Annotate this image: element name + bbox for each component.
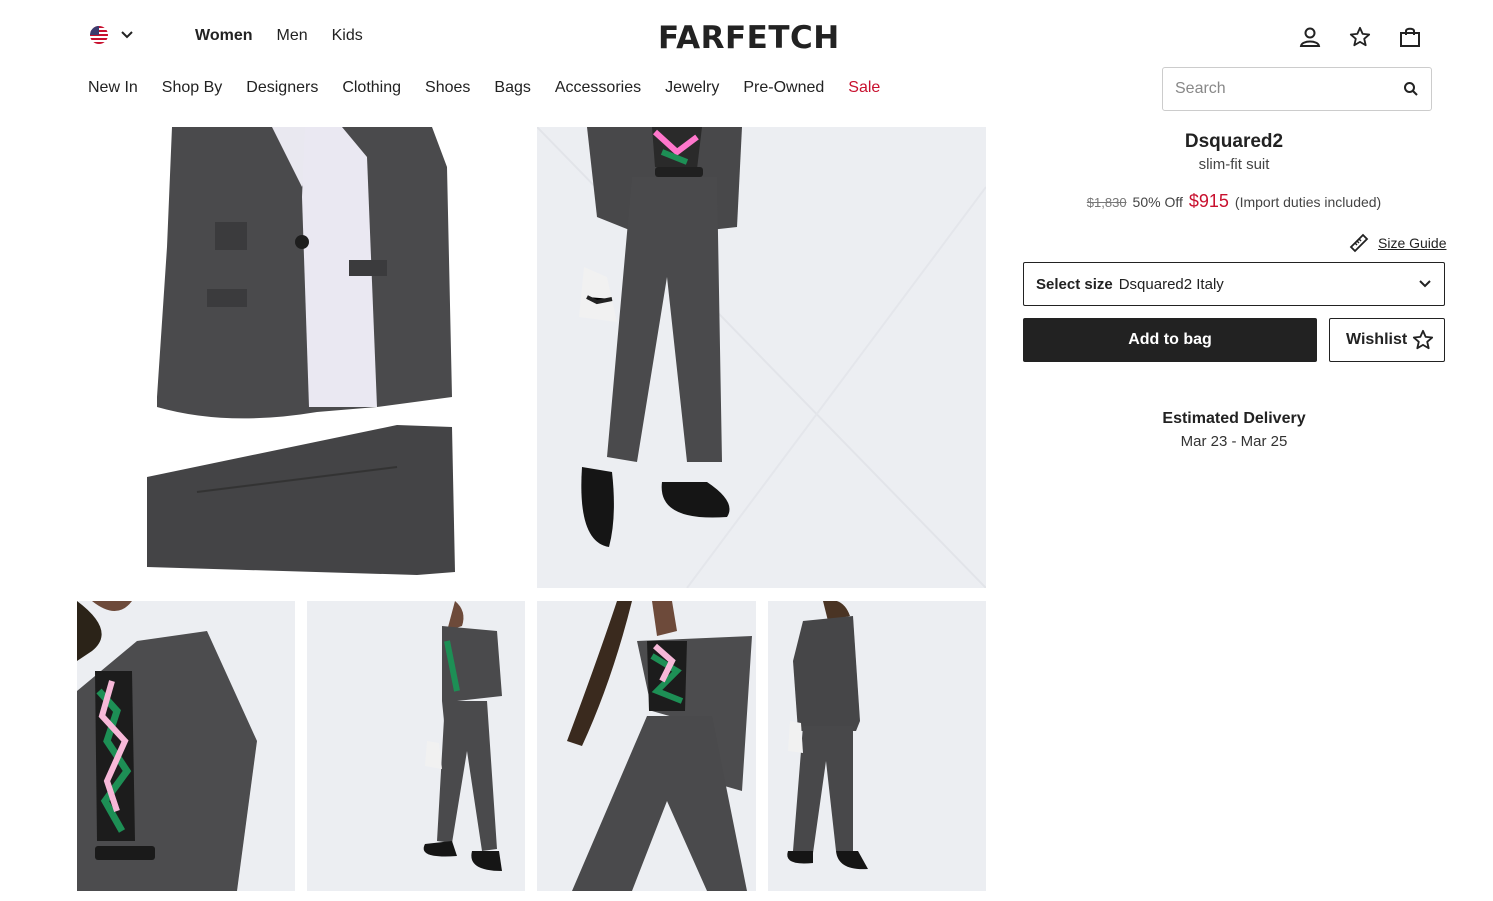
size-select[interactable]: Select size Dsquared2 Italy [1023,262,1445,306]
site-logo[interactable]: FARFETCH [658,20,840,56]
product-brand[interactable]: Dsquared2 [1023,131,1445,153]
nav-pre-owned[interactable]: Pre-Owned [743,79,824,97]
product-name: slim-fit suit [1198,156,1270,173]
duties-note: (Import duties included) [1234,194,1382,210]
chevron-down-icon [1418,279,1432,289]
add-to-bag-button[interactable]: Add to bag [1023,318,1317,362]
price-sale: $915 [1188,191,1229,211]
nav-shoes[interactable]: Shoes [425,79,470,97]
star-icon [1412,329,1434,350]
wishlist-button[interactable]: Wishlist [1329,318,1445,362]
product-image-model-front[interactable] [537,127,986,588]
tab-men[interactable]: Men [276,27,307,45]
tab-kids[interactable]: Kids [332,27,363,45]
delivery-title: Estimated Delivery [1162,410,1306,427]
nav-sale[interactable]: Sale [848,79,880,97]
size-guide-label[interactable]: Size Guide [1378,235,1446,251]
search-input[interactable] [1175,80,1403,98]
product-image-side[interactable] [307,601,525,891]
discount-badge: 50% Off [1132,194,1183,210]
price-row: $1,830 50% Off $915 (Import duties inclu… [1023,191,1445,212]
nav-bags[interactable]: Bags [494,79,530,97]
account-icon[interactable] [1298,24,1322,50]
product-image-back[interactable] [768,601,986,891]
ruler-icon [1349,233,1369,253]
product-image-flatlay[interactable] [77,127,526,588]
country-selector[interactable] [90,26,134,44]
delivery-dates: Mar 23 - Mar 25 [1180,433,1288,450]
search-icon[interactable] [1403,81,1419,97]
size-select-label: Select size [1036,275,1113,293]
us-flag-icon [90,26,108,44]
tab-women[interactable]: Women [195,27,252,45]
nav-jewelry[interactable]: Jewelry [665,79,719,97]
shopping-bag-icon[interactable] [1398,24,1422,50]
wishlist-label: Wishlist [1346,331,1408,348]
wishlist-star-icon[interactable] [1348,24,1372,50]
chevron-down-icon [121,31,133,39]
gender-tabs: Women Men Kids [195,27,363,45]
nav-clothing[interactable]: Clothing [342,79,401,97]
product-image-detail[interactable] [77,601,295,891]
nav-accessories[interactable]: Accessories [555,79,641,97]
nav-new-in[interactable]: New In [88,79,138,97]
header-icons [1298,24,1422,50]
size-select-value: Dsquared2 Italy [1118,275,1224,293]
search-box [1162,67,1432,111]
site-header: Women Men Kids FARFETCH [0,0,1493,72]
product-image-model-closeup[interactable] [537,601,756,891]
nav-designers[interactable]: Designers [246,79,318,97]
nav-shop-by[interactable]: Shop By [162,79,222,97]
size-guide-link[interactable]: Size Guide [1348,232,1446,254]
price-original: $1,830 [1086,195,1127,210]
category-nav: New In Shop By Designers Clothing Shoes … [88,79,880,97]
